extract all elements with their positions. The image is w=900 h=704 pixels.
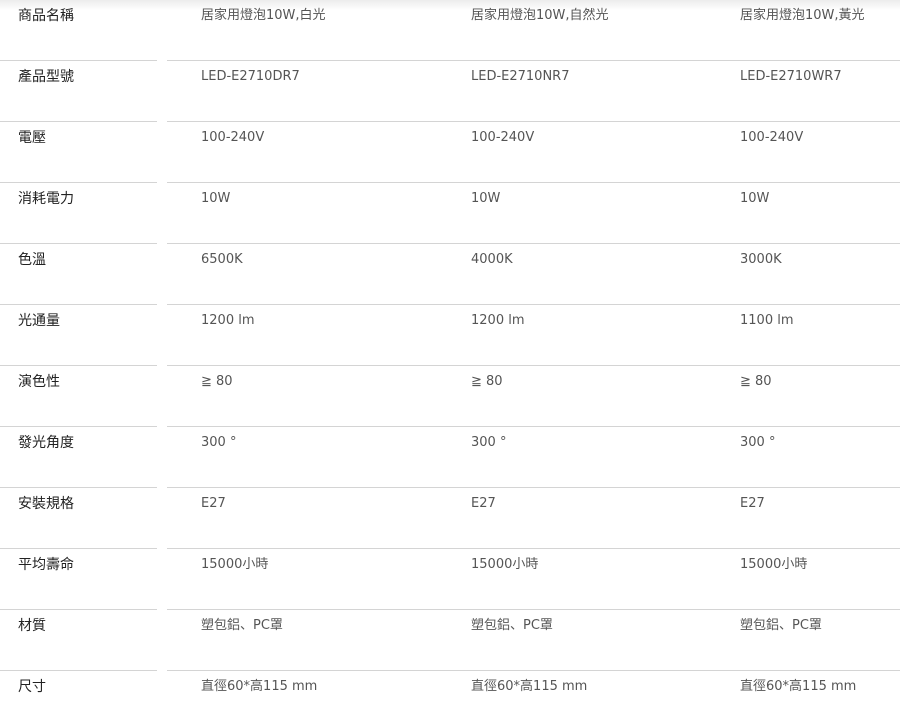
spec-value: ≧ 80 bbox=[201, 374, 233, 389]
spec-label: 平均壽命 bbox=[18, 557, 74, 573]
spec-label: 安裝規格 bbox=[18, 496, 74, 512]
spec-value: 居家用燈泡10W,白光 bbox=[201, 8, 326, 23]
spec-value: E27 bbox=[740, 496, 765, 511]
spec-value: LED-E2710WR7 bbox=[740, 69, 842, 84]
spec-value: 1200 lm bbox=[201, 313, 255, 328]
spec-value: E27 bbox=[201, 496, 226, 511]
spec-row: 尺寸 直徑60*高115 mm 直徑60*高115 mm 直徑60*高115 mm bbox=[0, 671, 900, 704]
spec-value: 300 ° bbox=[201, 435, 237, 450]
spec-row: 材質 塑包鋁、PC罩 塑包鋁、PC罩 塑包鋁、PC罩 bbox=[0, 610, 900, 671]
spec-value: ≧ 80 bbox=[471, 374, 503, 389]
spec-value: 1200 lm bbox=[471, 313, 525, 328]
spec-label: 電壓 bbox=[18, 130, 46, 146]
spec-row: 商品名稱 居家用燈泡10W,白光 居家用燈泡10W,自然光 居家用燈泡10W,黃光 bbox=[0, 0, 900, 61]
spec-row: 平均壽命 15000小時 15000小時 15000小時 bbox=[0, 549, 900, 610]
spec-label: 尺寸 bbox=[18, 679, 46, 695]
spec-label: 消耗電力 bbox=[18, 191, 74, 207]
spec-value: 100-240V bbox=[201, 130, 265, 145]
spec-value: 15000小時 bbox=[740, 557, 808, 572]
spec-label: 商品名稱 bbox=[18, 8, 74, 24]
spec-label: 色溫 bbox=[18, 252, 46, 268]
spec-value: 15000小時 bbox=[471, 557, 539, 572]
spec-value: 100-240V bbox=[471, 130, 535, 145]
spec-row: 電壓 100-240V 100-240V 100-240V bbox=[0, 122, 900, 183]
spec-table: 商品名稱 居家用燈泡10W,白光 居家用燈泡10W,自然光 居家用燈泡10W,黃光產品… bbox=[0, 0, 900, 704]
spec-value: LED-E2710NR7 bbox=[471, 69, 570, 84]
spec-row: 消耗電力 10W 10W 10W bbox=[0, 183, 900, 244]
spec-row: 演色性 ≧ 80 ≧ 80 ≧ 80 bbox=[0, 366, 900, 427]
spec-label: 材質 bbox=[18, 618, 46, 634]
spec-value: 4000K bbox=[471, 252, 513, 267]
spec-value: 100-240V bbox=[740, 130, 804, 145]
spec-value: 300 ° bbox=[471, 435, 507, 450]
spec-row: 安裝規格 E27 E27 E27 bbox=[0, 488, 900, 549]
spec-value: 塑包鋁、PC罩 bbox=[471, 618, 553, 633]
spec-value: 1100 lm bbox=[740, 313, 794, 328]
spec-label: 產品型號 bbox=[18, 69, 74, 85]
spec-label: 發光角度 bbox=[18, 435, 74, 451]
spec-value: 居家用燈泡10W,自然光 bbox=[471, 8, 609, 23]
spec-value: 300 ° bbox=[740, 435, 776, 450]
spec-value: 10W bbox=[471, 191, 501, 206]
spec-value: LED-E2710DR7 bbox=[201, 69, 300, 84]
spec-value: 6500K bbox=[201, 252, 243, 267]
spec-row: 產品型號 LED-E2710DR7 LED-E2710NR7 LED-E2710WR7 bbox=[0, 61, 900, 122]
spec-value: 15000小時 bbox=[201, 557, 269, 572]
spec-value: 3000K bbox=[740, 252, 782, 267]
spec-value: 10W bbox=[740, 191, 770, 206]
spec-label: 演色性 bbox=[18, 374, 60, 390]
spec-value: 居家用燈泡10W,黃光 bbox=[740, 8, 865, 23]
spec-value: 直徑60*高115 mm bbox=[201, 679, 318, 694]
spec-row: 光通量 1200 lm 1200 lm 1100 lm bbox=[0, 305, 900, 366]
spec-value: 10W bbox=[201, 191, 231, 206]
spec-value: ≧ 80 bbox=[740, 374, 772, 389]
spec-value: E27 bbox=[471, 496, 496, 511]
spec-label: 光通量 bbox=[18, 313, 60, 329]
spec-value: 直徑60*高115 mm bbox=[740, 679, 857, 694]
spec-value: 直徑60*高115 mm bbox=[471, 679, 588, 694]
spec-value: 塑包鋁、PC罩 bbox=[740, 618, 822, 633]
spec-row: 發光角度 300 ° 300 ° 300 ° bbox=[0, 427, 900, 488]
spec-row: 色溫 6500K 4000K 3000K bbox=[0, 244, 900, 305]
spec-value: 塑包鋁、PC罩 bbox=[201, 618, 283, 633]
